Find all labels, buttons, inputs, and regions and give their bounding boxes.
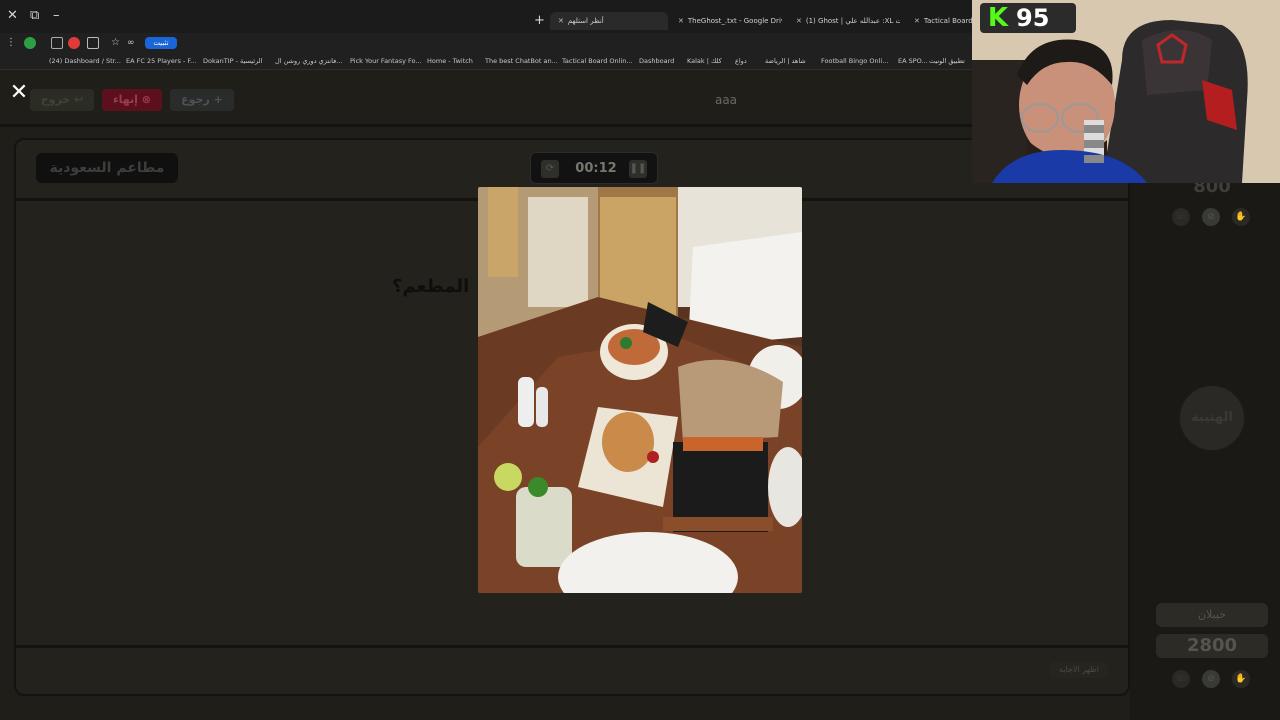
pause-icon[interactable]: ❚❚ <box>629 160 647 178</box>
restaurant-food-photo <box>478 187 802 593</box>
extension-icon[interactable] <box>68 37 80 49</box>
kick-logo-icon: K <box>987 3 1009 33</box>
bookmark-item[interactable]: The best ChatBot an... <box>485 57 558 65</box>
bookmarks-bar: (24) Dashboard / Str... EA FC 25 Players… <box>0 53 972 70</box>
bookmark-item[interactable]: DokanTIP - الرئيسية <box>203 57 262 65</box>
tab-label: Tactical Board Onli <box>923 17 972 25</box>
bookmark-item[interactable]: Dashboard <box>639 57 674 65</box>
browser-tab[interactable]: ✕ TheGhost_.txt - Google Drive <box>670 14 782 28</box>
lifeline-icon[interactable]: ✋ <box>1232 208 1250 226</box>
tab-label: أنظر استلهم <box>567 17 604 25</box>
lifeline-blocked-icon[interactable]: ⊘ <box>1202 670 1220 688</box>
window-restore-icon[interactable]: ⧉ <box>30 9 39 23</box>
tab-close-icon[interactable]: ✕ <box>678 17 684 25</box>
lifeline-icon[interactable]: ☏ <box>1172 208 1190 226</box>
browser-tab[interactable]: ✕(1) Ghost | عبدالله علي :XL تمات <box>788 14 900 28</box>
tab-label: (1) Ghost | عبدالله علي :XL تمات <box>805 17 900 25</box>
player-score: 2800 <box>1156 634 1268 658</box>
bookmark-item[interactable]: Home - Twitch <box>427 57 473 65</box>
bookmark-item[interactable]: تطبيق الونيت <box>929 57 965 65</box>
show-answer-button[interactable]: اظهر الاجابة <box>1050 662 1108 678</box>
end-game-button[interactable]: إنهاء ⊗ <box>102 89 162 111</box>
bookmark-item[interactable]: Tactical Board Onlin... <box>562 57 633 65</box>
window-close-icon[interactable]: ✕ <box>7 9 18 23</box>
bookmark-item[interactable]: (24) Dashboard / Str... <box>49 57 121 65</box>
player-name: خيبلان <box>1156 603 1268 627</box>
extensions-icon[interactable] <box>51 37 63 49</box>
team-name: aaa <box>714 93 738 107</box>
bookmark-item[interactable]: Kalak | كلك <box>687 57 722 65</box>
star-icon[interactable]: ☆ <box>111 37 123 49</box>
timer: ⟳ 00:12 ❚❚ <box>530 152 658 184</box>
browser-tab-bar: ✕ ⧉ – + ✕ أنظر استلهم ✕ TheGhost_.txt - Go… <box>0 0 972 33</box>
close-icon[interactable]: ✕ <box>8 82 30 104</box>
tab-close-icon[interactable]: ✕ <box>796 17 802 25</box>
bookmark-item[interactable]: EA FC 25 Players - F... <box>126 57 196 65</box>
tab-close-icon[interactable]: ✕ <box>914 17 920 25</box>
install-button[interactable]: تثبيت <box>145 37 177 49</box>
bookmark-item[interactable]: شاهد | الرياضة <box>765 57 806 65</box>
window-minimize-icon[interactable]: – <box>53 9 60 23</box>
menu-icon[interactable]: ⋮ <box>6 37 18 49</box>
question-text: المطعم؟ <box>392 276 470 297</box>
exit-button[interactable]: خروج ↩ <box>30 89 94 111</box>
link-icon[interactable]: ∞ <box>127 37 139 49</box>
lifeline-icon[interactable]: ☏ <box>1172 670 1190 688</box>
refresh-icon[interactable]: ⟳ <box>541 160 559 178</box>
tab-close-icon[interactable]: ✕ <box>558 17 564 25</box>
tab-label: TheGhost_.txt - Google Drive <box>687 17 782 25</box>
round-badge: الهتيبة <box>1178 384 1246 452</box>
bookmark-item[interactable]: Pick Your Fantasy Fo... <box>350 57 422 65</box>
new-tab-icon[interactable]: + <box>534 13 545 28</box>
category-label: مطاعم السعودية <box>36 153 178 183</box>
lifeline-icon[interactable]: ✋ <box>1232 670 1250 688</box>
panel-bottom-divider <box>16 645 1128 648</box>
browser-tab[interactable]: ✕Tactical Board Onli <box>906 14 972 28</box>
lifeline-blocked-icon[interactable]: ⊘ <box>1202 208 1220 226</box>
header-divider <box>0 124 972 127</box>
profile-avatar[interactable] <box>24 37 36 49</box>
question-image <box>478 187 802 593</box>
browser-toolbar: ⋮ ☆ ∞ تثبيت <box>0 33 972 53</box>
bookmark-item[interactable]: دواع <box>735 57 747 65</box>
cast-icon[interactable] <box>87 37 99 49</box>
browser-tab[interactable]: ✕ أنظر استلهم <box>550 12 668 30</box>
kick-viewer-count: 95 <box>1016 4 1050 32</box>
back-button[interactable]: رجوع + <box>170 89 234 111</box>
bookmark-item[interactable]: EA SPO... <box>898 57 928 65</box>
timer-value: 00:12 <box>575 161 617 176</box>
bookmark-item[interactable]: فانتزي دوري روشن ال... <box>275 57 342 65</box>
bookmark-item[interactable]: Football Bingo Onli... <box>821 57 888 65</box>
